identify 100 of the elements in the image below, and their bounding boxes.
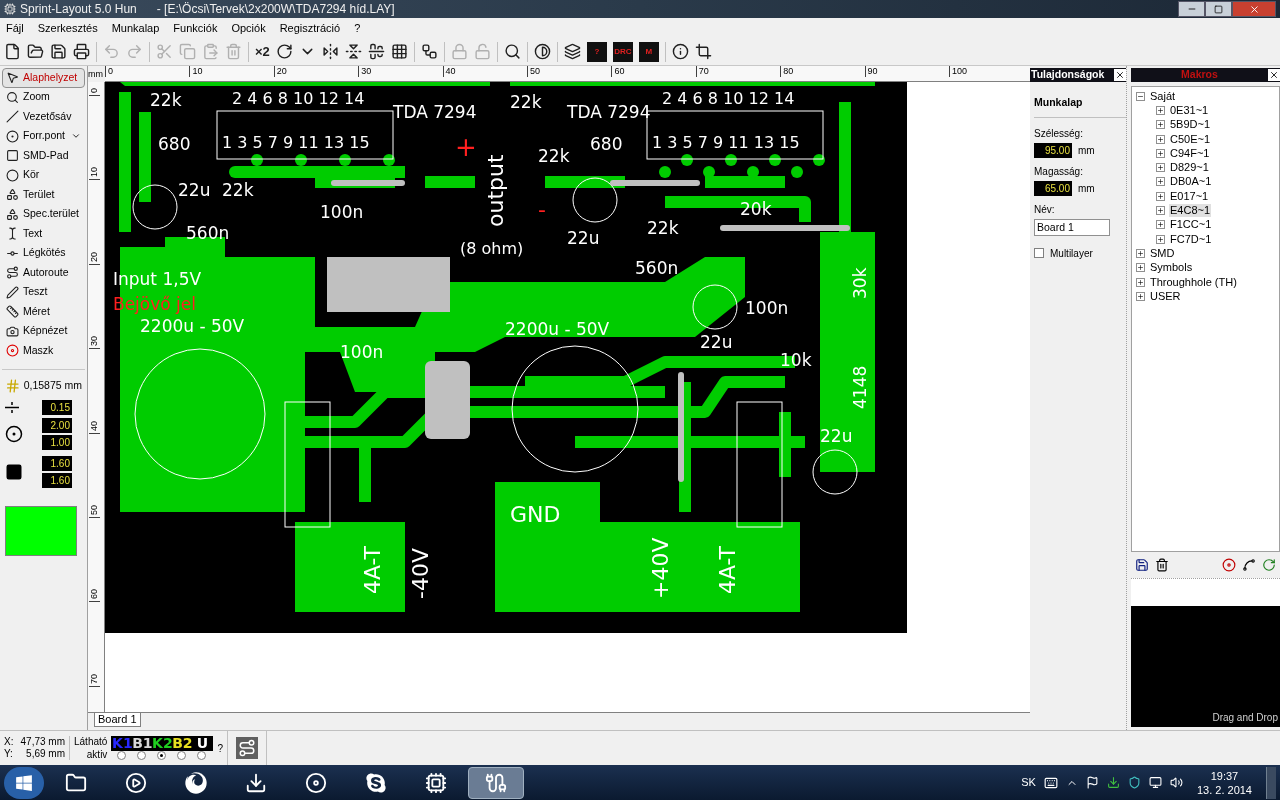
grid-icon[interactable] [390, 43, 408, 60]
menu-item[interactable]: ? [354, 19, 361, 37]
layer-radio[interactable] [156, 751, 166, 760]
flip-icon[interactable] [344, 43, 362, 60]
menu-item[interactable]: Regisztráció [279, 19, 341, 37]
tool-button[interactable]: Zoom [2, 87, 85, 107]
branch-icon[interactable] [1242, 558, 1256, 572]
layer-radio[interactable] [196, 751, 206, 760]
expand-icon[interactable] [1156, 134, 1165, 144]
delete-icon[interactable] [1155, 558, 1169, 572]
tree-item[interactable]: E017~1 [1169, 189, 1210, 203]
route-icon[interactable] [235, 737, 258, 759]
expand-icon[interactable] [1156, 206, 1165, 215]
menu-item[interactable]: Opciók [231, 19, 266, 37]
tool-badge-button[interactable]: DRC [612, 41, 633, 62]
save-icon[interactable] [1135, 558, 1149, 572]
tool-button[interactable]: Alaphelyzet [2, 68, 85, 88]
expand-icon[interactable] [1136, 248, 1145, 258]
tree-item[interactable]: USER [1149, 289, 1182, 303]
close-button[interactable] [1268, 69, 1280, 81]
collapse-icon[interactable] [1136, 91, 1145, 101]
tool-badge-button[interactable]: M [638, 41, 659, 62]
expand-icon[interactable] [1156, 120, 1165, 130]
align-icon[interactable] [367, 43, 385, 60]
smd-size-field[interactable]: 1.60 [42, 455, 72, 471]
layer-toggle[interactable]: B1 [132, 738, 153, 749]
tool-button[interactable]: SMD-Pad [2, 146, 85, 166]
layer-radio[interactable] [136, 751, 146, 760]
tool-button[interactable]: Terület [2, 185, 85, 205]
tree-item[interactable]: C94F~1 [1169, 146, 1211, 160]
track-width-field[interactable]: 0.15 [42, 399, 72, 415]
expand-icon[interactable] [1136, 263, 1145, 273]
layer-radio[interactable] [116, 751, 126, 760]
tool-button[interactable]: Autoroute [2, 263, 85, 283]
name-field[interactable]: Board 1 [1034, 218, 1110, 236]
tree-item[interactable]: SMD [1149, 246, 1176, 260]
pad-size-field[interactable]: 2.00 [42, 417, 72, 433]
expand-icon[interactable] [1136, 291, 1145, 301]
tree-item[interactable]: DB0A~1 [1169, 175, 1213, 189]
tree-item[interactable]: D829~1 [1169, 161, 1210, 175]
board-tab[interactable]: Board 1 [94, 713, 141, 727]
folder-icon[interactable] [27, 43, 44, 60]
show-desktop-button[interactable] [1266, 766, 1276, 799]
save-icon[interactable] [50, 43, 67, 60]
help-label[interactable]: ? [217, 740, 223, 756]
width-field[interactable]: 95.00 [1034, 142, 1072, 158]
renumber-icon[interactable] [1262, 558, 1276, 572]
layer-toggle[interactable]: B2 [172, 738, 193, 749]
minimize-button[interactable] [1178, 1, 1205, 17]
volume-icon[interactable] [1169, 776, 1183, 789]
color-swatch[interactable] [5, 505, 77, 556]
expand-icon[interactable] [1136, 277, 1145, 287]
tree-item[interactable]: FC7D~1 [1169, 232, 1213, 246]
tool-button[interactable]: Forr.pont [2, 126, 85, 146]
tool-button[interactable]: Maszk [2, 341, 85, 361]
pad-size-field[interactable]: 1.00 [42, 434, 72, 450]
expand-icon[interactable] [1156, 220, 1165, 230]
taskbar-app[interactable] [468, 766, 524, 799]
tree-item[interactable]: F1CC~1 [1169, 218, 1213, 232]
menu-item[interactable]: Munkalap [111, 19, 160, 37]
rotate-icon[interactable] [275, 43, 293, 60]
start-button[interactable] [4, 766, 44, 799]
tree-item[interactable]: C50E~1 [1169, 132, 1212, 146]
expand-icon[interactable] [1156, 234, 1165, 244]
crop-icon[interactable] [694, 43, 712, 60]
double-button[interactable]: ×2 [255, 41, 270, 62]
network-icon[interactable] [1148, 776, 1162, 789]
height-field[interactable]: 65.00 [1034, 180, 1072, 196]
info-icon[interactable] [671, 43, 689, 60]
group-icon[interactable] [420, 43, 438, 60]
clock-time[interactable]: 19:37 [1210, 768, 1239, 783]
flag-icon[interactable] [1085, 776, 1099, 789]
tree-item[interactable]: E4C8~1 [1169, 204, 1212, 217]
tool-button[interactable]: Text [2, 224, 85, 244]
tool-button[interactable]: Vezetősáv [2, 107, 85, 127]
smd-size-field[interactable]: 1.60 [42, 472, 72, 488]
mirror-icon[interactable] [321, 43, 339, 60]
tool-button[interactable]: Teszt [2, 282, 85, 302]
print-icon[interactable] [73, 43, 90, 60]
contrast-icon[interactable] [533, 43, 551, 60]
tree-item[interactable]: Symbols [1149, 261, 1194, 275]
expand-icon[interactable] [1156, 177, 1165, 187]
tool-button[interactable]: Kör [2, 165, 85, 185]
record-icon[interactable] [1222, 558, 1236, 572]
menu-item[interactable]: Funkciók [173, 19, 218, 37]
restore-button[interactable] [1205, 1, 1232, 17]
menu-item[interactable]: Fájl [6, 19, 24, 37]
expand-icon[interactable] [1156, 191, 1165, 201]
menu-item[interactable]: Szerkesztés [37, 19, 98, 37]
expand-icon[interactable] [1156, 148, 1165, 158]
expand-icon[interactable] [1156, 163, 1165, 173]
tree-item[interactable]: 5B9D~1 [1169, 118, 1212, 132]
macro-name-field[interactable] [1131, 578, 1280, 606]
language-indicator[interactable]: SK [1021, 774, 1036, 791]
tool-button[interactable]: Spec.terület [2, 204, 85, 224]
tool-button[interactable]: Méret [2, 302, 85, 322]
layer-radio[interactable] [176, 751, 186, 760]
search-icon[interactable] [503, 43, 521, 60]
tool-badge-button[interactable]: ? [586, 41, 607, 62]
grid-size[interactable]: 0,15875 mm [23, 377, 82, 394]
